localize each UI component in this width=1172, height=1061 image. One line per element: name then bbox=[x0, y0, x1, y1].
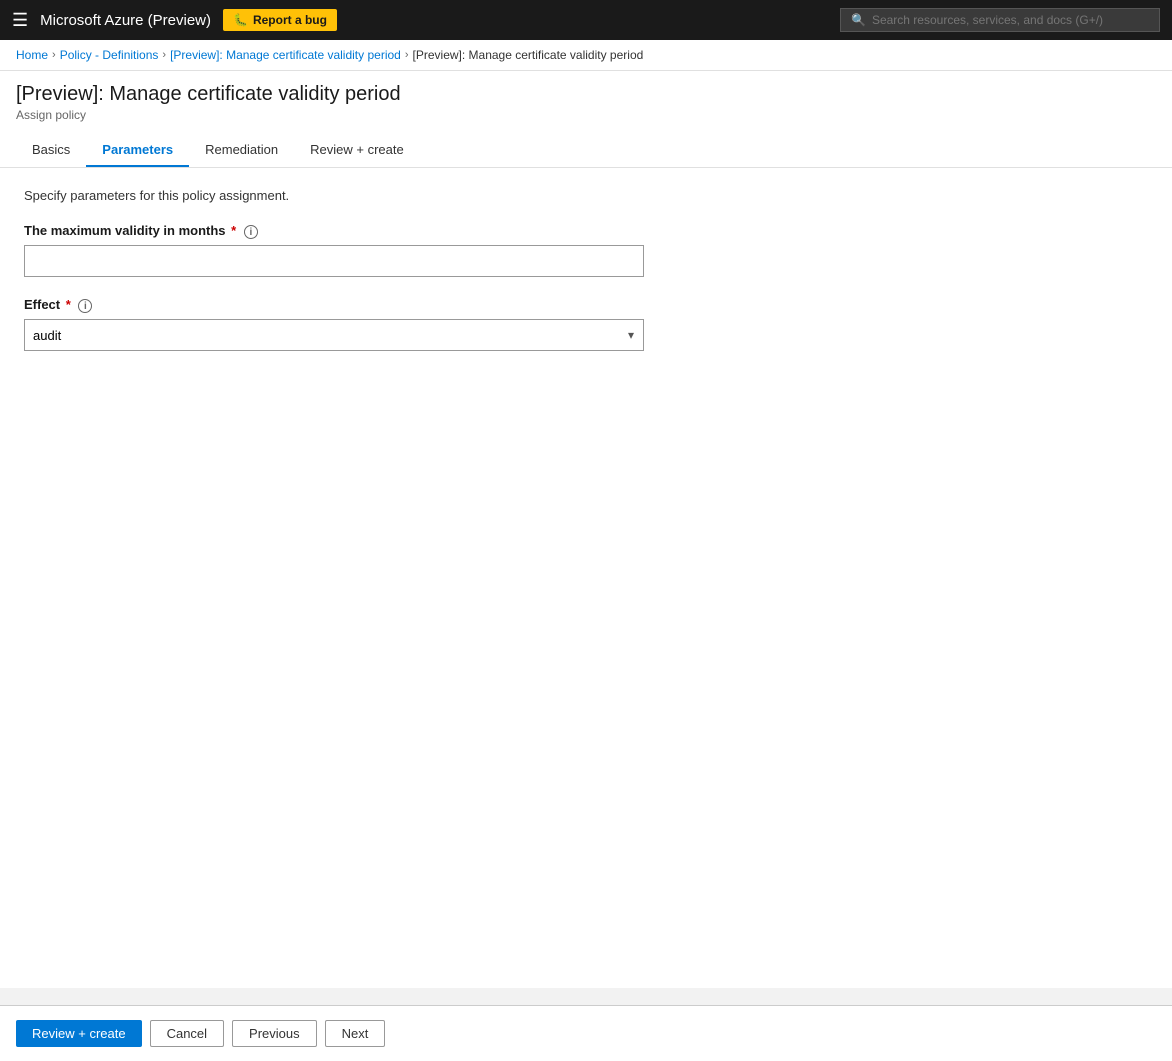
app-title: Microsoft Azure (Preview) bbox=[40, 12, 211, 29]
required-star-effect: * bbox=[66, 297, 71, 312]
page-header: [Preview]: Manage certificate validity p… bbox=[0, 71, 1172, 168]
search-box[interactable]: 🔍 bbox=[840, 8, 1160, 32]
page-title: [Preview]: Manage certificate validity p… bbox=[16, 83, 1156, 106]
max-validity-group: The maximum validity in months * i bbox=[24, 223, 1148, 277]
footer: Review + create Cancel Previous Next bbox=[0, 1005, 1172, 1061]
report-bug-button[interactable]: 🐛 Report a bug bbox=[223, 9, 337, 31]
search-icon: 🔍 bbox=[851, 13, 866, 27]
breadcrumb-sep-1: › bbox=[52, 49, 56, 61]
max-validity-label: The maximum validity in months * i bbox=[24, 223, 1148, 239]
next-button[interactable]: Next bbox=[325, 1020, 386, 1047]
breadcrumb-sep-2: › bbox=[162, 49, 166, 61]
breadcrumb-sep-3: › bbox=[405, 49, 409, 61]
breadcrumb-policy-definitions[interactable]: Policy - Definitions bbox=[60, 48, 159, 62]
breadcrumb-home[interactable]: Home bbox=[16, 48, 48, 62]
tab-remediation[interactable]: Remediation bbox=[189, 134, 294, 167]
topbar: ☰ Microsoft Azure (Preview) 🐛 Report a b… bbox=[0, 0, 1172, 40]
page-subtitle: Assign policy bbox=[16, 108, 1156, 122]
tab-parameters[interactable]: Parameters bbox=[86, 134, 189, 167]
effect-select-wrapper: audit deny disabled ▾ bbox=[24, 319, 644, 351]
review-create-button[interactable]: Review + create bbox=[16, 1020, 142, 1047]
effect-group: Effect * i audit deny disabled ▾ bbox=[24, 297, 1148, 351]
tab-review-create[interactable]: Review + create bbox=[294, 134, 420, 167]
effect-label: Effect * i bbox=[24, 297, 1148, 313]
max-validity-input[interactable] bbox=[24, 245, 644, 277]
info-icon-effect[interactable]: i bbox=[78, 299, 92, 313]
info-icon-validity[interactable]: i bbox=[244, 225, 258, 239]
cancel-button[interactable]: Cancel bbox=[150, 1020, 224, 1047]
main-content: Specify parameters for this policy assig… bbox=[0, 168, 1172, 988]
section-description: Specify parameters for this policy assig… bbox=[24, 188, 1148, 203]
search-input[interactable] bbox=[872, 13, 1149, 27]
breadcrumb: Home › Policy - Definitions › [Preview]:… bbox=[0, 40, 1172, 71]
bug-icon: 🐛 bbox=[233, 13, 248, 27]
breadcrumb-manage-cert[interactable]: [Preview]: Manage certificate validity p… bbox=[170, 48, 401, 62]
breadcrumb-current: [Preview]: Manage certificate validity p… bbox=[413, 48, 644, 62]
effect-select[interactable]: audit deny disabled bbox=[24, 319, 644, 351]
previous-button[interactable]: Previous bbox=[232, 1020, 317, 1047]
required-star-validity: * bbox=[231, 223, 236, 238]
tab-basics[interactable]: Basics bbox=[16, 134, 86, 167]
tab-nav: Basics Parameters Remediation Review + c… bbox=[16, 134, 1156, 167]
hamburger-menu-icon[interactable]: ☰ bbox=[12, 10, 28, 31]
